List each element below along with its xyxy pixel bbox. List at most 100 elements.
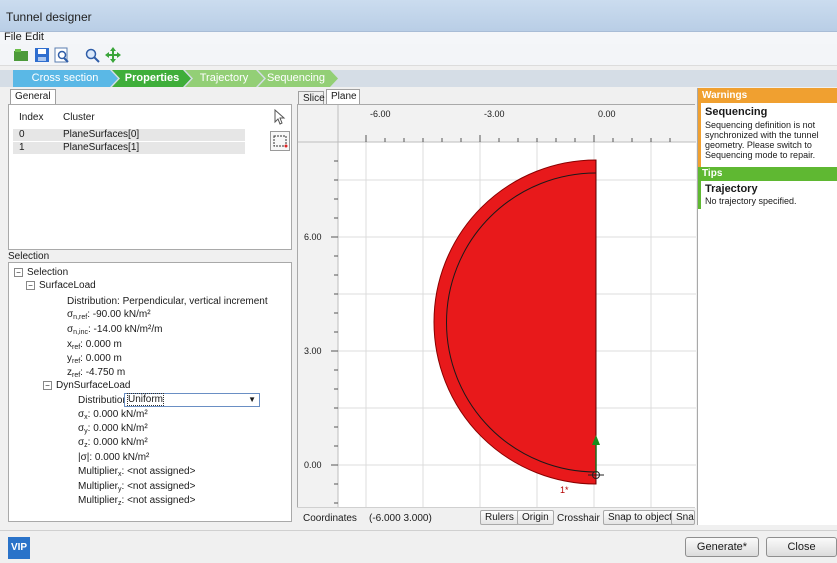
x-tick-label: 0.00 bbox=[598, 109, 616, 119]
label: Distribution: bbox=[78, 395, 131, 406]
tunnel-designer-window: Tunnel designer File Edit Cross section bbox=[0, 0, 837, 563]
warning-title: Sequencing bbox=[705, 106, 768, 118]
row-index: 0 bbox=[19, 129, 25, 140]
tip-accent bbox=[698, 181, 701, 209]
val: : -90.00 kN/m² bbox=[87, 309, 151, 320]
tree-sigma-y[interactable]: σy: 0.000 kN/m² bbox=[78, 423, 148, 435]
step-sequencing[interactable]: Sequencing bbox=[262, 70, 330, 87]
view-status-bar: Coordinates (-6.000 3.000) Rulers Origin… bbox=[297, 507, 695, 526]
step-properties[interactable]: Properties bbox=[118, 70, 186, 87]
sym: Multiplier bbox=[78, 495, 119, 506]
val: : 0.000 kN/m² bbox=[87, 409, 148, 420]
tips-header: Tips bbox=[698, 167, 837, 181]
pan-icon[interactable] bbox=[104, 46, 122, 64]
cluster-table: Index Cluster 0 PlaneSurfaces[0] 1 Plane… bbox=[8, 104, 292, 250]
menu-bar: File Edit bbox=[0, 31, 837, 44]
tree-sigma-n-ref[interactable]: σn,ref: -90.00 kN/m² bbox=[67, 309, 151, 321]
tree-multiplier-y[interactable]: Multipliery: <not assigned> bbox=[78, 481, 195, 493]
tree-z-ref[interactable]: zref: -4.750 m bbox=[67, 367, 125, 379]
origin-button[interactable]: Origin bbox=[517, 510, 554, 525]
tip-title: Trajectory bbox=[705, 183, 758, 195]
tree-sigma-x[interactable]: σx: 0.000 kN/m² bbox=[78, 409, 148, 421]
info-panel: Warnings Sequencing Sequencing definitio… bbox=[697, 88, 837, 525]
row-index: 1 bbox=[19, 142, 25, 153]
val: : <not assigned> bbox=[121, 466, 196, 477]
sub: ref bbox=[72, 344, 81, 351]
menu-file[interactable]: File bbox=[4, 31, 22, 43]
tree-label: SurfaceLoad bbox=[39, 280, 96, 291]
tree-node-surfaceload[interactable]: − SurfaceLoad bbox=[26, 280, 96, 291]
table-header: Index Cluster bbox=[13, 112, 253, 124]
sub: n,ref bbox=[73, 314, 88, 321]
point-label: 1* bbox=[560, 485, 569, 495]
bottom-bar: VIP Generate* Close bbox=[0, 530, 837, 563]
title-bar: Tunnel designer bbox=[0, 0, 837, 32]
tree-sigma-abs[interactable]: |σ|: 0.000 kN/m² bbox=[78, 452, 149, 463]
select-pointer-icon[interactable] bbox=[270, 108, 288, 126]
tree-label: DynSurfaceLoad bbox=[56, 380, 131, 391]
select-rectangle-icon[interactable] bbox=[270, 131, 290, 151]
distribution-select[interactable]: Uniform ▼ bbox=[124, 393, 260, 407]
val: : -14.00 kN/m²/m bbox=[87, 324, 163, 335]
step-trajectory[interactable]: Trajectory bbox=[190, 70, 258, 87]
plane-view[interactable]: -6.00 -3.00 0.00 6.00 3.00 0.00 1* bbox=[297, 104, 696, 526]
sym: Multiplier bbox=[78, 466, 119, 477]
zoom-icon[interactable] bbox=[83, 46, 101, 64]
selection-tree: − Selection − SurfaceLoad Distribution: Pe… bbox=[8, 262, 292, 522]
warning-text: Sequencing definition is not synchronize… bbox=[705, 120, 819, 160]
y-tick-label: 3.00 bbox=[304, 346, 322, 356]
tip-text: No trajectory specified. bbox=[705, 196, 797, 206]
tab-plane[interactable]: Plane bbox=[326, 89, 360, 104]
tree-y-ref[interactable]: yref: 0.000 m bbox=[67, 353, 122, 365]
sub: n,inc bbox=[73, 329, 88, 336]
tree-x-ref[interactable]: xref: 0.000 m bbox=[67, 339, 122, 351]
menu-edit[interactable]: Edit bbox=[25, 31, 44, 43]
rulers-button[interactable]: Rulers bbox=[480, 510, 519, 525]
row-cluster: PlaneSurfaces[1] bbox=[63, 142, 140, 153]
val: : <not assigned> bbox=[121, 481, 196, 492]
selection-label: Selection bbox=[8, 251, 50, 262]
tab-general[interactable]: General bbox=[10, 89, 56, 104]
warnings-header: Warnings bbox=[698, 88, 837, 103]
tree-multiplier-x[interactable]: Multiplierx: <not assigned> bbox=[78, 466, 195, 478]
select-value: Uniform bbox=[127, 393, 165, 406]
tree-sigma-z[interactable]: σz: 0.000 kN/m² bbox=[78, 437, 148, 449]
snap-grid-button[interactable]: Sna bbox=[671, 510, 695, 525]
snap-to-object-button[interactable]: Snap to object bbox=[603, 510, 677, 525]
tree-node-selection[interactable]: − Selection bbox=[14, 267, 68, 278]
toolbar bbox=[0, 44, 837, 66]
coordinates-value: (-6.000 3.000) bbox=[369, 513, 432, 524]
sym: Multiplier bbox=[78, 481, 119, 492]
table-row[interactable]: 0 PlaneSurfaces[0] bbox=[13, 129, 245, 141]
table-row[interactable]: 1 PlaneSurfaces[1] bbox=[13, 142, 245, 154]
tree-label: Selection bbox=[27, 267, 69, 278]
tree-node-dynsurfaceload[interactable]: − DynSurfaceLoad bbox=[43, 380, 131, 391]
sub: ref bbox=[72, 372, 81, 379]
row-cluster: PlaneSurfaces[0] bbox=[63, 129, 140, 140]
y-tick-label: 0.00 bbox=[304, 460, 322, 470]
preview-icon[interactable] bbox=[53, 46, 71, 64]
generate-button[interactable]: Generate* bbox=[685, 537, 759, 557]
val: : <not assigned> bbox=[121, 495, 196, 506]
step-cross-section[interactable]: Cross section bbox=[20, 70, 110, 87]
open-icon[interactable] bbox=[12, 46, 30, 64]
val: : 0.000 kN/m² bbox=[87, 423, 148, 434]
column-cluster: Cluster bbox=[63, 112, 95, 123]
x-tick-label: -6.00 bbox=[370, 109, 391, 119]
y-tick-label: 6.00 bbox=[304, 232, 322, 242]
val: : 0.000 kN/m² bbox=[87, 437, 148, 448]
tree-sigma-n-inc[interactable]: σn,inc: -14.00 kN/m²/m bbox=[67, 324, 162, 336]
tree-multiplier-z[interactable]: Multiplierz: <not assigned> bbox=[78, 495, 195, 507]
column-index: Index bbox=[19, 112, 44, 123]
tree-distribution-1[interactable]: Distribution: Perpendicular, vertical in… bbox=[67, 296, 268, 307]
val: : -4.750 m bbox=[80, 367, 126, 378]
crosshair-toggle[interactable]: Crosshair bbox=[557, 513, 600, 524]
val: : 0.000 m bbox=[80, 353, 122, 364]
close-button[interactable]: Close bbox=[766, 537, 837, 557]
save-icon[interactable] bbox=[33, 46, 51, 64]
wizard-steps: Cross section Properties Trajectory Sequ… bbox=[0, 70, 837, 87]
val: : 0.000 m bbox=[80, 339, 122, 350]
tree-distribution-2: Distribution: bbox=[78, 395, 131, 406]
plane-canvas[interactable] bbox=[298, 105, 696, 508]
sub: ref bbox=[72, 358, 81, 365]
